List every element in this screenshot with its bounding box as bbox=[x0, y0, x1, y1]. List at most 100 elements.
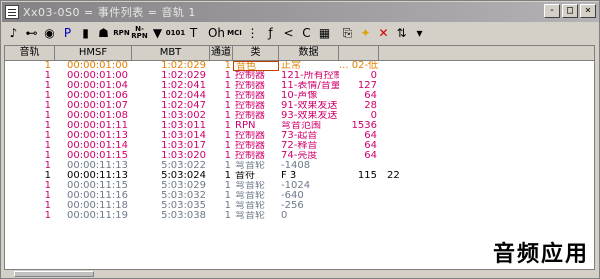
c-icon[interactable]: C bbox=[298, 24, 315, 42]
mci-icon[interactable]: MCI bbox=[226, 24, 243, 42]
table-row[interactable]: 1 00:00:01:15 1:03:020 1 控制器 74-亮度 64 bbox=[5, 151, 594, 161]
wheel-icon[interactable]: ⊷ bbox=[23, 24, 40, 42]
aftertouch-icon[interactable]: ▼ bbox=[149, 24, 166, 42]
table-cell: 5:03:022 bbox=[161, 161, 206, 171]
table-cell bbox=[379, 121, 594, 131]
table-cell: 1 bbox=[224, 181, 231, 191]
table-cell: -256 bbox=[281, 201, 304, 211]
table-cell: 1 bbox=[224, 71, 231, 81]
tape-icon[interactable]: ◉ bbox=[41, 24, 58, 42]
table-cell: 64 bbox=[364, 91, 377, 101]
table-cell: -1408 bbox=[281, 161, 311, 171]
table-cell: 弯音轮 bbox=[235, 181, 265, 191]
horizontal-scrollbar[interactable] bbox=[4, 270, 595, 278]
table-row[interactable]: 1 00:00:01:00 1:02:029 1 控制器 121-所有控制 0 bbox=[5, 71, 594, 81]
close-button[interactable]: × bbox=[580, 4, 596, 18]
event-rows: 100:00:01:001:02:0291音色正常... 02-低音钢琴100:… bbox=[5, 61, 594, 221]
doc-export-icon[interactable]: ⎘ bbox=[339, 24, 356, 42]
table-cell: 5:03:035 bbox=[161, 201, 206, 211]
table-cell: 5:03:038 bbox=[161, 211, 206, 221]
toolbar: ♪ ⊷ ◉ P ▮ ☗ RPN N-RPN ▼ 0101 T Oh MCI ⋮ ƒ < C ▦ ⎘ ✦ ✕ ⇅ ▾ bbox=[2, 22, 599, 44]
title-bar[interactable]: Xx03-0S0 = 事件列表 = 音轨 1 - □ × bbox=[2, 2, 599, 22]
table-cell: 1536 bbox=[351, 121, 377, 131]
rpn-icon[interactable]: RPN bbox=[113, 24, 130, 42]
shortcut-icon[interactable]: ƒ bbox=[262, 24, 279, 42]
table-cell: 1 bbox=[224, 151, 231, 161]
table-cell: 1 bbox=[44, 171, 51, 181]
column-header-7[interactable] bbox=[379, 46, 594, 61]
table-row[interactable]: 1 00:00:01:06 1:02:044 1 控制器 10-声像 64 bbox=[5, 91, 594, 101]
window-title: Xx03-0S0 = 事件列表 = 音轨 1 bbox=[23, 6, 196, 19]
table-row[interactable]: 1 00:00:11:13 5:03:022 1 弯音轮 -1408 bbox=[5, 161, 594, 171]
table-row[interactable]: 1 00:00:01:14 1:03:017 1 控制器 72-释音 64 bbox=[5, 141, 594, 151]
table-cell: 1 bbox=[44, 201, 51, 211]
table-cell: 1 bbox=[224, 111, 231, 121]
scroll-thumb[interactable] bbox=[14, 271, 94, 277]
table-row[interactable]: 1 00:00:01:13 1:03:014 1 控制器 73-起音 64 bbox=[5, 131, 594, 141]
table-cell: 1:03:002 bbox=[161, 111, 206, 121]
text-icon[interactable]: T bbox=[185, 24, 202, 42]
table-cell: 控制器 bbox=[235, 151, 265, 161]
table-cell: 1 bbox=[44, 191, 51, 201]
note-icon[interactable]: ♪ bbox=[5, 24, 22, 42]
table-row[interactable]: 1 00:00:11:16 5:03:032 1 弯音轮 -640 bbox=[5, 191, 594, 201]
filter-icon[interactable]: ▦ bbox=[316, 24, 333, 42]
table-row[interactable]: 1 00:00:01:07 1:02:047 1 控制器 91-效果发送 28 bbox=[5, 101, 594, 111]
table-cell: 1 bbox=[44, 101, 51, 111]
table-cell bbox=[379, 151, 594, 161]
table-cell: 00:00:01:15 bbox=[66, 151, 128, 161]
column-header-6[interactable] bbox=[339, 46, 379, 61]
table-row[interactable]: 1 00:00:01:08 1:03:002 1 控制器 93-效果发送 0 bbox=[5, 111, 594, 121]
table-cell: 00:00:01:00 bbox=[66, 71, 128, 81]
table-row[interactable]: 100:00:01:001:02:0291音色正常... 02-低音钢琴 bbox=[5, 61, 594, 71]
table-row[interactable]: 1 00:00:11:19 5:03:038 1 弯音轮 0 bbox=[5, 211, 594, 221]
delete-icon[interactable]: ✕ bbox=[375, 24, 392, 42]
patch-icon[interactable]: P bbox=[59, 24, 76, 42]
less-than-icon[interactable]: < bbox=[280, 24, 297, 42]
column-header-5[interactable]: 数据 bbox=[279, 46, 339, 61]
column-header-3[interactable]: 通道 bbox=[210, 46, 233, 61]
lyric-icon[interactable]: Oh bbox=[208, 24, 225, 42]
table-cell: 5:03:024 bbox=[161, 171, 206, 181]
sort-icon[interactable]: ⇅ bbox=[393, 24, 410, 42]
table-row[interactable]: 1 00:00:01:04 1:02:041 1 控制器 11-表情/音量 127 bbox=[5, 81, 594, 91]
table-cell: 1 bbox=[44, 81, 51, 91]
table-cell: 22 bbox=[387, 171, 400, 181]
table-cell bbox=[379, 101, 594, 111]
table-row[interactable]: 1 00:00:01:11 1:03:011 1 RPN 弯音范围 1536 bbox=[5, 121, 594, 131]
table-cell bbox=[379, 131, 594, 141]
table-cell: -1024 bbox=[281, 181, 311, 191]
table-cell: 1 bbox=[224, 101, 231, 111]
table-row[interactable]: 1 00:00:11:13 5:03:024 1 音符 F 3 115 22 bbox=[5, 171, 594, 181]
table-row[interactable]: 1 00:00:11:18 5:03:035 1 弯音轮 -256 bbox=[5, 201, 594, 211]
table-cell: RPN bbox=[235, 121, 256, 131]
table-cell bbox=[379, 111, 594, 121]
table-cell: 控制器 bbox=[235, 131, 265, 141]
table-cell: 控制器 bbox=[235, 111, 265, 121]
table-cell: 1 bbox=[224, 201, 231, 211]
maximize-button[interactable]: □ bbox=[562, 4, 578, 18]
column-header-2[interactable]: MBT bbox=[132, 46, 210, 61]
sysex-icon[interactable]: ☗ bbox=[95, 24, 112, 42]
marker-icon[interactable]: ⋮ bbox=[244, 24, 261, 42]
table-cell: 00:00:11:18 bbox=[66, 201, 128, 211]
table-cell: 音符 bbox=[235, 171, 255, 181]
table-cell bbox=[339, 201, 379, 211]
controller-icon[interactable]: ▮ bbox=[77, 24, 94, 42]
table-cell bbox=[379, 191, 594, 201]
table-cell: 1 bbox=[224, 61, 231, 71]
column-header-4[interactable]: 类 bbox=[233, 46, 279, 61]
table-cell: 1 bbox=[224, 211, 231, 221]
dropdown-icon[interactable]: ▾ bbox=[411, 24, 428, 42]
table-cell: 控制器 bbox=[235, 101, 265, 111]
column-header-1[interactable]: HMSF bbox=[55, 46, 132, 61]
table-cell: 00:00:01:06 bbox=[66, 91, 128, 101]
table-cell: 00:00:11:19 bbox=[66, 211, 128, 221]
minimize-button[interactable]: - bbox=[544, 4, 560, 18]
wave-icon[interactable]: 0101 bbox=[166, 24, 185, 42]
nrpn-icon[interactable]: N-RPN bbox=[131, 24, 148, 42]
table-row[interactable]: 1 00:00:11:15 5:03:029 1 弯音轮 -1024 bbox=[5, 181, 594, 191]
column-header-0[interactable]: 音轨 bbox=[5, 46, 55, 61]
star-icon[interactable]: ✦ bbox=[357, 24, 374, 42]
table-cell: 弯音轮 bbox=[235, 161, 265, 171]
